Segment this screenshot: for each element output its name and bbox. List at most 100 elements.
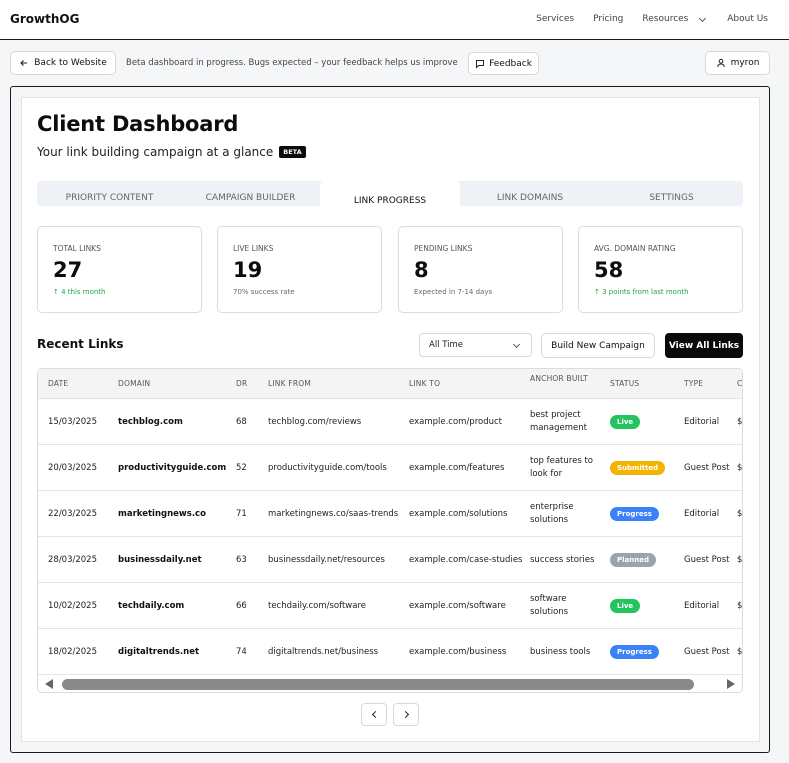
beta-notice: Beta dashboard in progress. Bugs expecte… — [126, 58, 458, 68]
cell-link-from: techdaily.com/software — [268, 601, 366, 611]
subtitle-text: Your link building campaign at a glance — [37, 145, 274, 159]
cell-date: 28/03/2025 — [48, 555, 97, 565]
cell-dr: 52 — [236, 463, 247, 473]
cell-link-to: example.com/case-studies — [409, 555, 523, 565]
cell-dr: 74 — [236, 647, 247, 657]
table-row[interactable]: 15/03/2025 techblog.com 68 techblog.com/rev… — [38, 399, 742, 445]
table-row[interactable]: 20/03/2025 productivityguide.com 52 product… — [38, 445, 743, 491]
status-badge: Progress — [610, 507, 659, 521]
time-filter-value: All Time — [429, 340, 464, 350]
cell-cost: $ — [737, 463, 743, 473]
stat-label: PENDING LINKS — [414, 244, 473, 253]
back-button-label: Back to Website — [34, 58, 107, 68]
nav-link-about[interactable]: About Us — [727, 14, 768, 24]
col-header-cost: C — [737, 379, 743, 388]
status-badge: Live — [610, 599, 641, 613]
stat-value: 58 — [594, 258, 624, 282]
cell-dr: 68 — [236, 417, 247, 427]
tab-campaign-builder[interactable]: CAMPAIGN BUILDER — [182, 181, 319, 206]
view-all-links-button[interactable]: View All Links — [665, 333, 743, 358]
tab-settings[interactable]: SETTINGS — [600, 181, 743, 206]
nav-link-pricing[interactable]: Pricing — [593, 14, 623, 24]
cell-link-to: example.com/software — [409, 601, 506, 611]
cell-domain: techblog.com — [118, 417, 183, 427]
cell-date: 18/02/2025 — [48, 647, 97, 657]
cell-link-from: productivityguide.com/tools — [268, 463, 387, 473]
tab-link-progress[interactable]: LINK PROGRESS — [320, 181, 460, 212]
stat-note: Expected in 7-14 days — [414, 288, 493, 296]
cell-domain: marketingnews.co — [118, 509, 206, 519]
nav-link-resources-label: Resources — [642, 14, 689, 24]
cell-link-from: businessdaily.net/resources — [268, 555, 385, 565]
feedback-button[interactable]: Feedback — [468, 52, 539, 75]
cell-link-from: techblog.com/reviews — [268, 417, 362, 427]
cell-link-from: marketingnews.co/saas-trends — [268, 509, 399, 519]
horizontal-scrollbar[interactable] — [38, 675, 742, 692]
cell-cost: $ — [737, 509, 743, 519]
cell-anchor: success stories — [530, 555, 595, 565]
time-filter-select[interactable]: All Time — [419, 333, 532, 357]
cell-link-to: example.com/business — [409, 647, 507, 657]
nav-links: Services Pricing Resources About Us — [536, 14, 768, 24]
stat-label: LIVE LINKS — [233, 244, 274, 253]
cell-date: 10/02/2025 — [48, 601, 97, 611]
chevron-right-icon — [401, 710, 409, 719]
scrollbar-thumb[interactable] — [62, 679, 694, 690]
chevron-down-icon — [512, 340, 521, 349]
status-badge: Progress — [610, 645, 659, 659]
next-page-button[interactable] — [393, 703, 419, 726]
col-header-dr: DR — [236, 379, 248, 388]
stat-card-pending-links: PENDING LINKS 8 Expected in 7-14 days — [398, 226, 563, 313]
cell-type: Guest Post — [684, 463, 730, 473]
scroll-left-arrow-icon[interactable] — [45, 679, 53, 689]
col-header-date: DATE — [48, 379, 69, 388]
cell-link-from: digitaltrends.net/business — [268, 647, 379, 657]
table-row[interactable]: 28/03/2025 businessdaily.net 63 businessdai… — [38, 537, 742, 583]
brand-logo[interactable]: GrowthOG — [10, 12, 79, 26]
cell-date: 20/03/2025 — [48, 463, 97, 473]
nav-link-resources[interactable]: Resources — [642, 14, 707, 24]
stat-label: AVG. DOMAIN RATING — [594, 244, 676, 253]
cell-anchor: enterprise solutions — [530, 502, 574, 525]
tab-bar: PRIORITY CONTENT CAMPAIGN BUILDER LINK P… — [37, 181, 743, 212]
build-new-campaign-button[interactable]: Build New Campaign — [541, 333, 655, 358]
table-row[interactable]: 18/02/2025 digitaltrends.net 74 digitaltren… — [38, 629, 743, 675]
arrow-left-icon — [20, 60, 28, 66]
back-to-website-button[interactable]: Back to Website — [10, 51, 116, 75]
table-row[interactable]: 10/02/2025 techdaily.com 66 techdaily.com/s… — [38, 583, 742, 629]
message-icon — [476, 59, 485, 69]
col-header-status: STATUS — [610, 379, 640, 388]
cell-link-to: example.com/product — [409, 417, 502, 427]
cell-date: 22/03/2025 — [48, 509, 97, 519]
stat-card-live-links: LIVE LINKS 19 70% success rate — [217, 226, 382, 313]
user-menu-button[interactable]: myron — [705, 51, 770, 75]
cell-date: 15/03/2025 — [48, 417, 97, 427]
user-icon — [716, 58, 725, 68]
cell-type: Editorial — [684, 601, 720, 611]
col-header-type: TYPE — [684, 379, 704, 388]
cell-type: Editorial — [684, 417, 720, 427]
scroll-right-arrow-icon[interactable] — [727, 679, 735, 689]
stat-note: 70% success rate — [233, 288, 295, 296]
prev-page-button[interactable] — [361, 703, 387, 726]
cell-anchor: software solutions — [530, 594, 569, 617]
cell-type: Guest Post — [684, 647, 730, 657]
page-subtitle: Your link building campaign at a glance … — [37, 145, 306, 159]
cell-link-to: example.com/solutions — [409, 509, 508, 519]
tab-link-domains[interactable]: LINK DOMAINS — [460, 181, 600, 206]
links-table: DATE DOMAIN DR LINK FROM LINK TO ANCHOR … — [37, 368, 743, 693]
cell-dr: 66 — [236, 601, 247, 611]
top-navbar: GrowthOG Services Pricing Resources Abou… — [0, 0, 789, 40]
stat-note: ↑ 3 points from last month — [594, 288, 689, 296]
stat-label: TOTAL LINKS — [53, 244, 101, 253]
col-header-anchor-built: ANCHOR BUILT — [530, 374, 589, 383]
cell-domain: productivityguide.com — [118, 463, 227, 473]
tab-priority-content[interactable]: PRIORITY CONTENT — [37, 181, 182, 206]
table-row[interactable]: 22/03/2025 marketingnews.co 71 marketingnew… — [38, 491, 743, 537]
cell-cost: $ — [737, 647, 743, 657]
stat-note: ↑ 4 this month — [53, 288, 106, 296]
stat-card-avg-domain-rating: AVG. DOMAIN RATING 58 ↑ 3 points from la… — [578, 226, 743, 313]
status-badge: Submitted — [610, 461, 666, 475]
nav-link-services[interactable]: Services — [536, 14, 574, 24]
stat-value: 27 — [53, 258, 83, 282]
